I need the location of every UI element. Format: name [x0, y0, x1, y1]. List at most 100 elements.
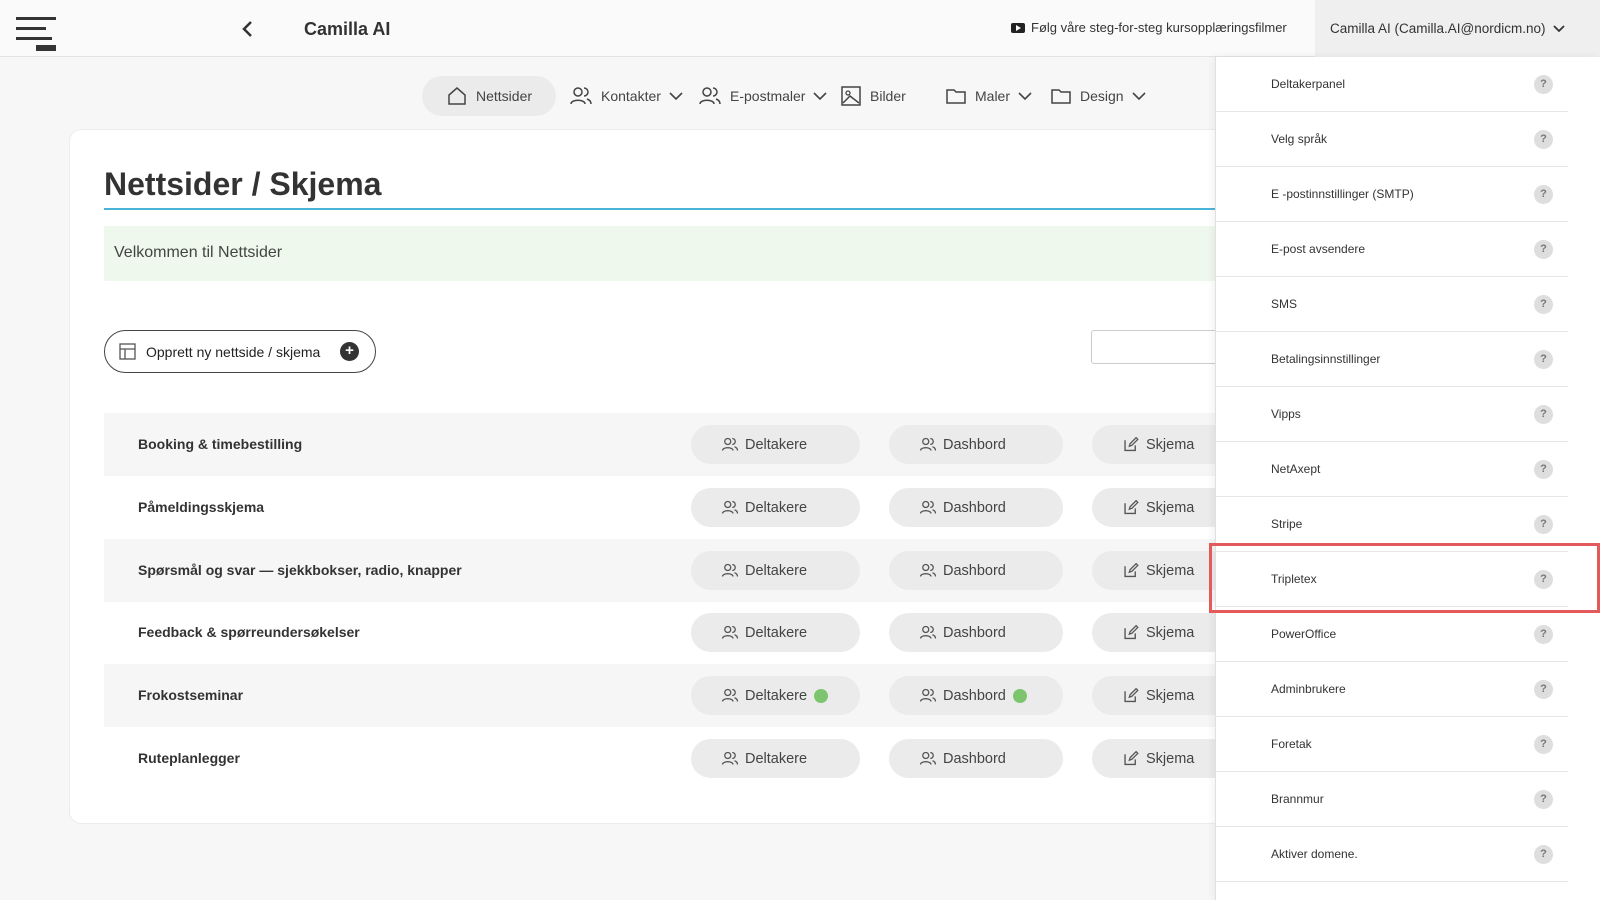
dashbord-button[interactable]: Dashbord	[889, 488, 1063, 527]
row-title[interactable]: Feedback & spørreundersøkelser	[138, 601, 360, 664]
tutorial-link-label: Følg våre steg-for-steg kursopplæringsfi…	[1031, 20, 1287, 35]
row-title[interactable]: Booking & timebestilling	[138, 413, 302, 476]
skjema-label: Skjema	[1146, 624, 1195, 641]
dropdown-item[interactable]: Velg språk?	[1216, 112, 1568, 167]
menu-icon[interactable]	[16, 14, 58, 54]
help-icon[interactable]: ?	[1534, 350, 1553, 369]
dropdown-item[interactable]: Brannmur?	[1216, 772, 1568, 827]
app-title: Camilla AI	[304, 19, 391, 39]
skjema-button[interactable]: Skjema	[1092, 739, 1232, 778]
row-title[interactable]: Frokostseminar	[138, 664, 243, 727]
dashbord-button[interactable]: Dashbord	[889, 425, 1063, 464]
image-icon	[841, 86, 861, 106]
help-icon[interactable]: ?	[1534, 295, 1553, 314]
help-icon[interactable]: ?	[1534, 790, 1553, 809]
users-icon	[919, 500, 937, 514]
skjema-button[interactable]: Skjema	[1092, 676, 1232, 715]
chevron-down-icon	[1132, 91, 1146, 100]
deltakere-button[interactable]: Deltakere	[691, 488, 860, 527]
create-page-label: Opprett ny nettside / skjema	[146, 343, 321, 360]
dropdown-item[interactable]: Vipps?	[1216, 387, 1568, 442]
dropdown-item-label: SMS	[1271, 297, 1298, 311]
dropdown-item-label: NetAxept	[1271, 462, 1321, 476]
users-icon	[699, 87, 721, 105]
top-bar: Camilla AI Følg våre steg-for-steg kurso…	[0, 0, 1600, 57]
user-name: Camilla AI (Camilla.AI@nordicm.no)	[1330, 21, 1546, 36]
nav-nettsider[interactable]: Nettsider	[422, 76, 557, 116]
user-menu-button[interactable]: Camilla AI (Camilla.AI@nordicm.no)	[1315, 0, 1600, 57]
users-icon	[721, 625, 739, 639]
nav-epostmaler[interactable]: E-postmaler	[698, 76, 828, 116]
dropdown-item-label: E -postinnstillinger (SMTP)	[1271, 187, 1414, 201]
help-icon[interactable]: ?	[1534, 625, 1553, 644]
nav-bilder[interactable]: Bilder	[840, 76, 906, 116]
dropdown-item-label: Velg språk	[1271, 132, 1328, 146]
skjema-button[interactable]: Skjema	[1092, 488, 1232, 527]
help-icon[interactable]: ?	[1534, 460, 1553, 479]
edit-icon	[1124, 562, 1139, 578]
users-icon	[919, 625, 937, 639]
dashbord-label: Dashbord	[943, 436, 1006, 453]
table-row: Ruteplanlegger Deltakere Dashbord Skjema	[104, 727, 1234, 790]
nav-kontakter[interactable]: Kontakter	[569, 76, 683, 116]
row-title[interactable]: Påmeldingsskjema	[138, 476, 264, 539]
help-icon[interactable]: ?	[1534, 735, 1553, 754]
users-icon	[919, 688, 937, 702]
dashbord-button[interactable]: Dashbord	[889, 739, 1063, 778]
help-icon[interactable]: ?	[1534, 680, 1553, 699]
dropdown-item[interactable]: SMS?	[1216, 277, 1568, 332]
chevron-down-icon	[813, 91, 828, 100]
help-icon[interactable]: ?	[1534, 130, 1553, 149]
row-title[interactable]: Spørsmål og svar — sjekkbokser, radio, k…	[138, 539, 462, 602]
youtube-icon	[1011, 22, 1025, 33]
dropdown-item-label: Tripletex	[1271, 572, 1317, 586]
edit-icon	[1124, 436, 1139, 452]
layout-icon	[119, 343, 136, 360]
help-icon[interactable]: ?	[1534, 405, 1553, 424]
create-page-button[interactable]: Opprett ny nettside / skjema +	[104, 330, 376, 373]
dropdown-item[interactable]: Betalingsinnstillinger?	[1216, 332, 1568, 387]
dashbord-button[interactable]: Dashbord	[889, 613, 1063, 652]
dropdown-item[interactable]: Deltakerpanel?	[1216, 57, 1568, 112]
deltakere-button[interactable]: Deltakere	[691, 613, 860, 652]
skjema-button[interactable]: Skjema	[1092, 551, 1232, 590]
help-icon[interactable]: ?	[1534, 845, 1553, 864]
dropdown-item[interactable]: Stripe?	[1216, 497, 1568, 552]
page-title: Nettsider / Skjema	[104, 166, 382, 202]
deltakere-button[interactable]: Deltakere	[691, 425, 860, 464]
dropdown-item[interactable]: Aktiver domene.?	[1216, 827, 1568, 882]
help-icon[interactable]: ?	[1534, 240, 1553, 259]
dropdown-item[interactable]: E -postinnstillinger (SMTP)?	[1216, 167, 1568, 222]
nav-maler[interactable]: Maler	[945, 76, 1032, 116]
status-dot	[1012, 688, 1027, 703]
dropdown-item[interactable]: Tripletex?	[1216, 552, 1568, 607]
help-icon[interactable]: ?	[1534, 75, 1553, 94]
skjema-button[interactable]: Skjema	[1092, 425, 1232, 464]
dashbord-button[interactable]: Dashbord	[889, 551, 1063, 590]
skjema-button[interactable]: Skjema	[1092, 613, 1232, 652]
deltakere-button[interactable]: Deltakere	[691, 676, 860, 715]
nav-design[interactable]: Design	[1050, 76, 1146, 116]
tutorial-link[interactable]: Følg våre steg-for-steg kursopplæringsfi…	[1011, 20, 1287, 35]
dropdown-item[interactable]: NetAxept?	[1216, 442, 1568, 497]
nav-design-label: Design	[1080, 88, 1124, 104]
dropdown-item[interactable]: PowerOffice?	[1216, 607, 1568, 662]
dropdown-item-label: Vipps	[1271, 407, 1301, 421]
dropdown-item[interactable]: Foretak?	[1216, 717, 1568, 772]
help-icon[interactable]: ?	[1534, 185, 1553, 204]
help-icon[interactable]: ?	[1534, 515, 1553, 534]
deltakere-button[interactable]: Deltakere	[691, 551, 860, 590]
users-icon	[919, 751, 937, 765]
search-input[interactable]	[1091, 330, 1231, 364]
dropdown-item[interactable]: Adminbrukere?	[1216, 662, 1568, 717]
users-icon	[721, 500, 739, 514]
users-icon	[721, 688, 739, 702]
dashbord-button[interactable]: Dashbord	[889, 676, 1063, 715]
user-dropdown-menu: Deltakerpanel? Velg språk? E -postinnstill…	[1215, 57, 1600, 900]
back-chevron-icon[interactable]	[238, 18, 258, 40]
deltakere-button[interactable]: Deltakere	[691, 739, 860, 778]
help-icon[interactable]: ?	[1534, 570, 1553, 589]
dropdown-item[interactable]: E-post avsendere?	[1216, 222, 1568, 277]
row-title[interactable]: Ruteplanlegger	[138, 727, 240, 790]
edit-icon	[1124, 750, 1139, 766]
